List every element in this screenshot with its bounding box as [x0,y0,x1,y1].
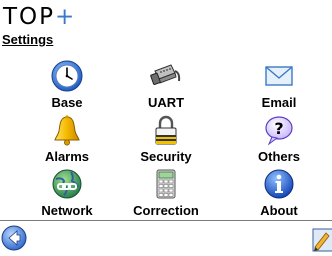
bell-icon [50,113,84,147]
back-button[interactable] [1,225,27,251]
menu-item-label: Correction [133,203,199,218]
menu-item-label: Security [140,149,192,164]
menu-item-correction[interactable]: Correction [116,167,216,221]
envelope-icon [262,59,296,93]
menu-item-label: Email [261,95,297,110]
menu-item-others[interactable]: ? Others [229,113,329,167]
bottom-toolbar [0,220,332,252]
menu-item-email[interactable]: Email [229,59,329,113]
title-bar: TOP+ Settings [0,0,332,49]
menu-item-uart[interactable]: UART [116,59,216,113]
edit-tool-icon [312,228,332,252]
menu-item-about[interactable]: About [229,167,329,221]
padlock-icon [149,113,183,147]
menu-item-label: About [260,203,298,218]
menu-item-label: Others [258,149,300,164]
back-arrow-icon [1,225,27,251]
edit-tool-button[interactable] [311,227,332,252]
menu-item-base[interactable]: Base [17,59,117,113]
svg-text:?: ? [274,119,283,138]
menu-item-label: Alarms [44,149,90,164]
page-title: Settings [2,32,54,47]
menu-item-alarms[interactable]: Alarms [17,113,117,167]
globe-network-icon [50,167,84,201]
menu-item-security[interactable]: Security [116,113,216,167]
calculator-icon [149,167,183,201]
menu-item-network[interactable]: Network [17,167,117,221]
clock-icon [50,59,84,93]
serial-connector-icon [149,59,183,93]
menu-item-label: Network [41,203,93,218]
menu-item-label: Base [51,95,83,110]
question-bubble-icon: ? [262,113,296,147]
info-icon [262,167,296,201]
menu-item-label: UART [147,95,185,110]
settings-menu-grid: Base UART Email Alarms Security ? Others… [0,59,332,221]
app-logo: TOP+ [3,4,77,30]
